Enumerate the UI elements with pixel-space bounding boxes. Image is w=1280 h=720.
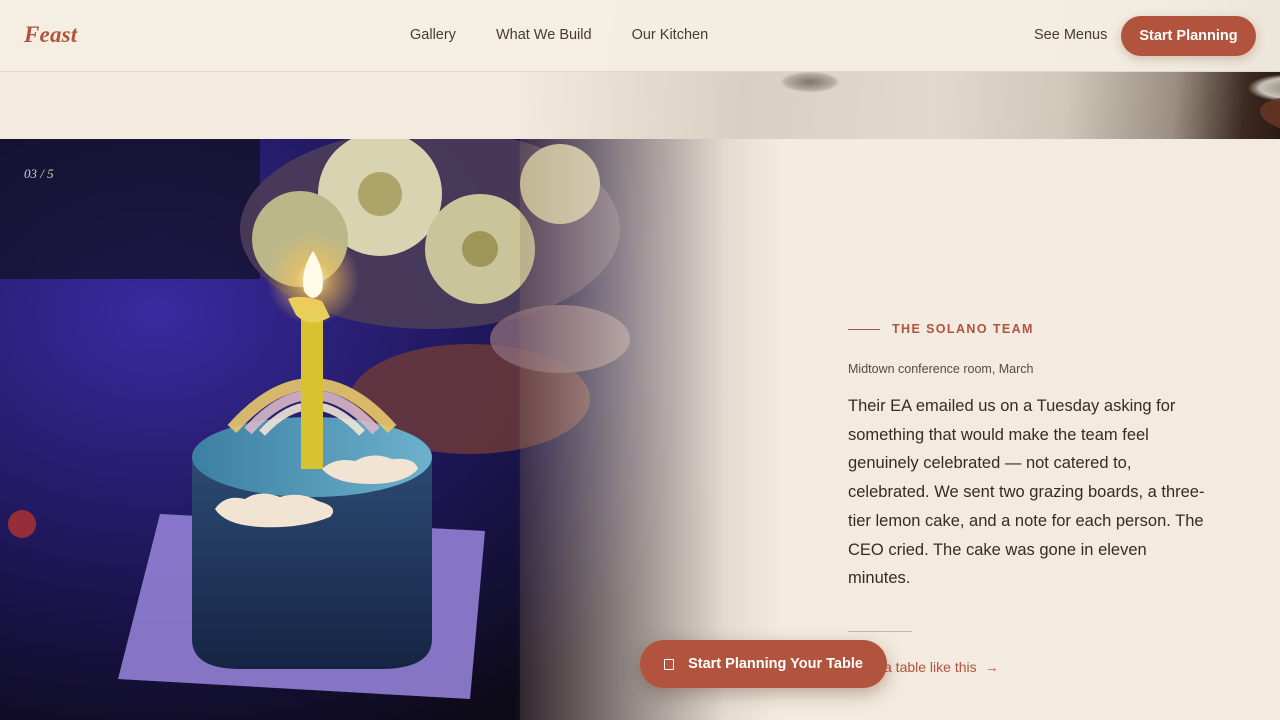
story-panel: THE SOLANO TEAM Midtown conference room,… bbox=[848, 322, 1208, 593]
story-team-name: THE SOLANO TEAM bbox=[892, 322, 1034, 336]
arrow-right-icon: → bbox=[984, 659, 999, 675]
slide-counter: 03 / 5 bbox=[24, 166, 54, 181]
nav-link-what-we-build[interactable]: What We Build bbox=[496, 27, 592, 43]
start-planning-button[interactable]: Start Planning bbox=[1121, 16, 1256, 56]
story-text: Their EA emailed us on a Tuesday asking … bbox=[848, 397, 1205, 588]
story-eyebrow: THE SOLANO TEAM bbox=[848, 322, 1208, 336]
hero-fade-overlay bbox=[0, 139, 780, 720]
hero-photo bbox=[0, 139, 780, 720]
float-cta-label: Start Planning Your Table bbox=[688, 656, 863, 672]
main-nav: Gallery What We Build Our Kitchen bbox=[410, 27, 708, 43]
nav-link-gallery[interactable]: Gallery bbox=[410, 27, 456, 43]
see-menus-link[interactable]: See Menus bbox=[1034, 27, 1107, 43]
calendar-icon bbox=[664, 658, 675, 670]
eyebrow-rule bbox=[848, 328, 880, 330]
story-divider bbox=[848, 631, 912, 632]
start-planning-your-table-button[interactable]: Start Planning Your Table bbox=[640, 640, 887, 688]
logo[interactable]: Feast bbox=[24, 22, 77, 48]
story-meta: Midtown conference room, March bbox=[848, 362, 1034, 376]
site-header: Feast Gallery What We Build Our Kitchen … bbox=[0, 0, 1280, 72]
nav-link-our-kitchen[interactable]: Our Kitchen bbox=[632, 27, 709, 43]
